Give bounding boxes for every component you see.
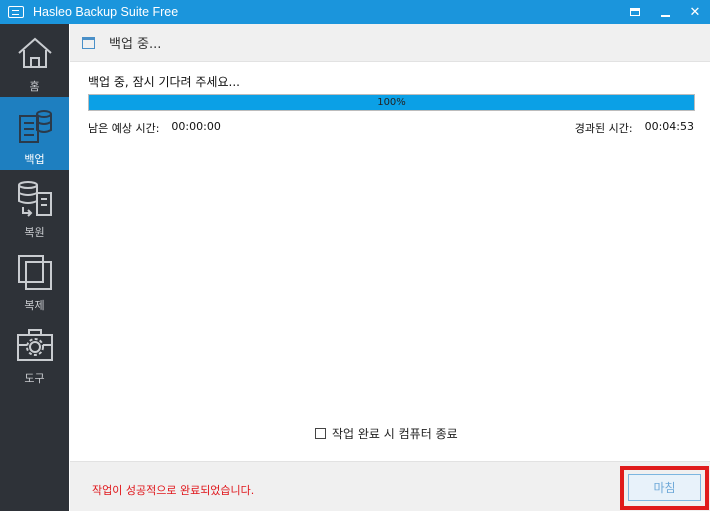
sidebar: 홈 백업 복원 복제 도구 [0,24,69,511]
shutdown-option[interactable]: 작업 완료 시 컴퓨터 종료 [315,425,458,442]
window-icon [82,36,95,49]
main-panel: 백업 중... 백업 중, 잠시 기다려 주세요... 100% 남은 예상 시… [70,24,710,511]
tools-icon [16,329,53,361]
sidebar-item-label: 도구 [24,372,45,385]
page-title: 백업 중... [109,37,162,52]
home-icon [17,37,52,68]
sidebar-item-tools[interactable]: 도구 [0,316,69,389]
menu-button[interactable] [620,0,650,24]
shutdown-checkbox[interactable] [315,428,326,439]
elapsed-time: 경과된 시간: 00:04:53 [575,120,694,136]
sidebar-item-restore[interactable]: 복원 [0,170,69,243]
sidebar-item-label: 복제 [24,299,45,312]
shutdown-label: 작업 완료 시 컴퓨터 종료 [332,427,458,441]
app-logo-icon [8,6,24,18]
menu-icon [630,8,640,16]
close-icon: ✕ [689,4,701,20]
window-title: Hasleo Backup Suite Free [33,5,179,19]
backup-icon [18,110,52,143]
title-bar: Hasleo Backup Suite Free ✕ [0,0,710,24]
sidebar-item-label: 홈 [29,80,40,93]
footer-bar: 작업이 성공적으로 완료되었습니다. 마침 [70,461,710,511]
close-button[interactable]: ✕ [680,0,710,24]
clone-icon [17,255,52,290]
elapsed-time-label: 경과된 시간: [574,122,633,135]
finish-button[interactable]: 마침 [628,474,701,501]
page-header: 백업 중... [70,24,710,62]
sidebar-item-clone[interactable]: 복제 [0,243,69,316]
progress-bar: 100% [88,94,695,111]
sidebar-item-label: 백업 [24,153,45,166]
progress-status: 백업 중, 잠시 기다려 주세요... [88,75,240,89]
remaining-time: 남은 예상 시간: 00:00:00 [88,120,221,136]
minimize-button[interactable] [650,0,680,24]
restore-icon [17,181,52,217]
sidebar-item-home[interactable]: 홈 [0,24,69,97]
sidebar-item-label: 복원 [24,226,45,239]
window-controls: ✕ [620,0,710,24]
minimize-icon [660,14,670,17]
elapsed-time-value: 00:04:53 [644,120,694,133]
progress-percent: 100% [377,97,406,108]
success-message: 작업이 성공적으로 완료되었습니다. [92,484,255,497]
remaining-time-label: 남은 예상 시간: [88,122,160,135]
remaining-time-value: 00:00:00 [171,120,221,133]
sidebar-item-backup[interactable]: 백업 [0,97,69,170]
